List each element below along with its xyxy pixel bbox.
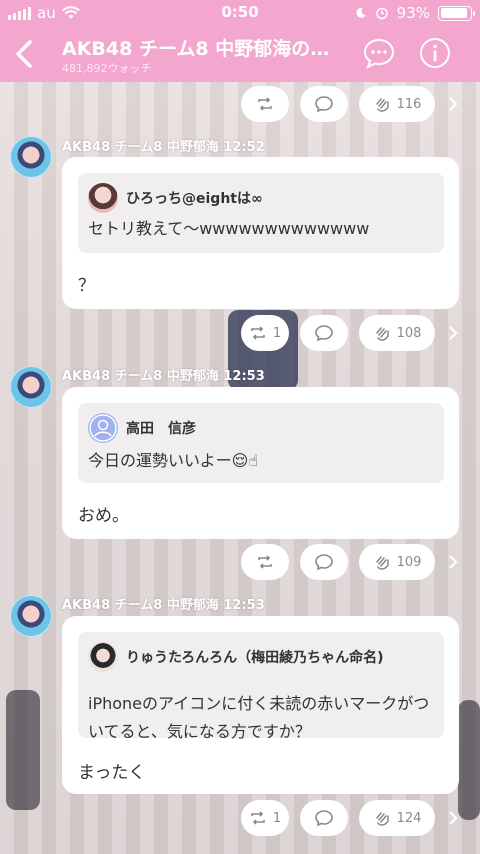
- quoted-avatar: [88, 183, 118, 213]
- retweet-icon: [258, 97, 272, 111]
- clap-icon: [375, 556, 389, 570]
- battery-icon: [438, 5, 475, 21]
- quoted-user-name: ひろっち@eightは∞: [126, 191, 263, 207]
- retweet-button[interactable]: [241, 86, 289, 122]
- reaction-count: 108: [396, 325, 422, 341]
- moon-icon: [356, 7, 366, 18]
- comment-icon: [315, 96, 333, 113]
- comment-bubble-icon[interactable]: [362, 36, 396, 70]
- chevron-right-icon[interactable]: [448, 325, 458, 341]
- default-user-icon: [89, 414, 117, 442]
- quoted-text: iPhoneのアイコンに付く未読の赤いマークがついてると、気になる方ですか？: [88, 694, 430, 741]
- retweet-icon: [251, 326, 265, 340]
- retweet-button[interactable]: [241, 544, 289, 580]
- alarm-icon: [375, 7, 388, 20]
- post-header: AKB48 チーム8 中野郁海 12:53: [62, 365, 265, 384]
- reply-text: おめ。: [78, 506, 129, 526]
- retweet-count: 1: [272, 810, 282, 826]
- author-name: AKB48 チーム8 中野郁海: [62, 140, 219, 155]
- avatar[interactable]: [10, 595, 52, 637]
- clap-button[interactable]: 116: [359, 86, 435, 122]
- post-card[interactable]: 高田 信彦 今日の運勢いいよー😌☝ おめ。: [62, 387, 459, 539]
- post-card[interactable]: りゅうたろんろん（梅田綾乃ちゃん命名) iPhoneのアイコンに付く未読の赤いマ…: [62, 616, 459, 794]
- post-header: AKB48 チーム8 中野郁海 12:52: [62, 136, 265, 155]
- retweet-button[interactable]: 1: [241, 315, 289, 351]
- quoted-message[interactable]: りゅうたろんろん（梅田綾乃ちゃん命名) iPhoneのアイコンに付く未読の赤いマ…: [78, 632, 444, 741]
- clap-icon: [375, 327, 389, 341]
- reply-text: ？: [78, 276, 95, 296]
- quoted-avatar: [88, 413, 118, 443]
- clap-button[interactable]: 124: [359, 800, 435, 836]
- watch-count: 481,892ウォッチ: [62, 62, 152, 75]
- post-card[interactable]: ひろっち@eightは∞ セトリ教えて〜wwwwwwwwwwwww ？: [62, 157, 459, 309]
- quoted-avatar: [88, 642, 118, 672]
- retweet-icon: [251, 811, 265, 825]
- page-title: AKB48 チーム8 中野郁海の…: [62, 38, 330, 60]
- clap-icon: [375, 98, 389, 112]
- quoted-text: 今日の運勢いいよー😌☝: [88, 451, 259, 470]
- clap-icon: [375, 812, 389, 826]
- back-arrow-icon[interactable]: [10, 36, 40, 72]
- post-actions: 109: [0, 544, 480, 580]
- quoted-message[interactable]: ひろっち@eightは∞ セトリ教えて〜wwwwwwwwwwwww: [78, 173, 444, 253]
- comment-button[interactable]: [300, 800, 348, 836]
- post-time: 12:52: [223, 140, 265, 155]
- comment-button[interactable]: [300, 544, 348, 580]
- post-actions: 1 108: [0, 315, 480, 351]
- comment-button[interactable]: [300, 315, 348, 351]
- reaction-count: 124: [396, 810, 422, 826]
- background-figure: [6, 690, 40, 810]
- post-time: 12:53: [223, 598, 265, 613]
- quoted-text: セトリ教えて〜wwwwwwwwwwwww: [88, 219, 370, 238]
- post-actions: 116: [0, 86, 480, 122]
- avatar[interactable]: [10, 366, 52, 408]
- quoted-user-name: りゅうたろんろん（梅田綾乃ちゃん命名): [126, 650, 384, 666]
- reply-text: まったく: [78, 763, 146, 783]
- status-bar: au 0:50 93%: [0, 0, 480, 26]
- battery-percent: 93%: [396, 4, 430, 22]
- chevron-right-icon[interactable]: [448, 810, 458, 826]
- reaction-count: 109: [396, 554, 422, 570]
- chevron-right-icon[interactable]: [448, 554, 458, 570]
- avatar[interactable]: [10, 136, 52, 178]
- post-header: AKB48 チーム8 中野郁海 12:53: [62, 594, 265, 613]
- post-time: 12:53: [223, 369, 265, 384]
- quoted-message[interactable]: 高田 信彦 今日の運勢いいよー😌☝: [78, 403, 444, 483]
- post-actions: 1 124: [0, 800, 480, 836]
- app-header: AKB48 チーム8 中野郁海の… 481,892ウォッチ: [0, 26, 480, 82]
- retweet-count: 1: [272, 325, 282, 341]
- author-name: AKB48 チーム8 中野郁海: [62, 598, 219, 613]
- author-name: AKB48 チーム8 中野郁海: [62, 369, 219, 384]
- comment-icon: [315, 554, 333, 571]
- clap-button[interactable]: 108: [359, 315, 435, 351]
- comment-button[interactable]: [300, 86, 348, 122]
- chevron-right-icon[interactable]: [448, 96, 458, 112]
- comment-icon: [315, 810, 333, 827]
- reaction-count: 116: [396, 96, 422, 112]
- info-icon[interactable]: [418, 36, 452, 70]
- clap-button[interactable]: 109: [359, 544, 435, 580]
- retweet-button[interactable]: 1: [241, 800, 289, 836]
- comment-icon: [315, 325, 333, 342]
- quoted-user-name: 高田 信彦: [126, 421, 196, 437]
- retweet-icon: [258, 555, 272, 569]
